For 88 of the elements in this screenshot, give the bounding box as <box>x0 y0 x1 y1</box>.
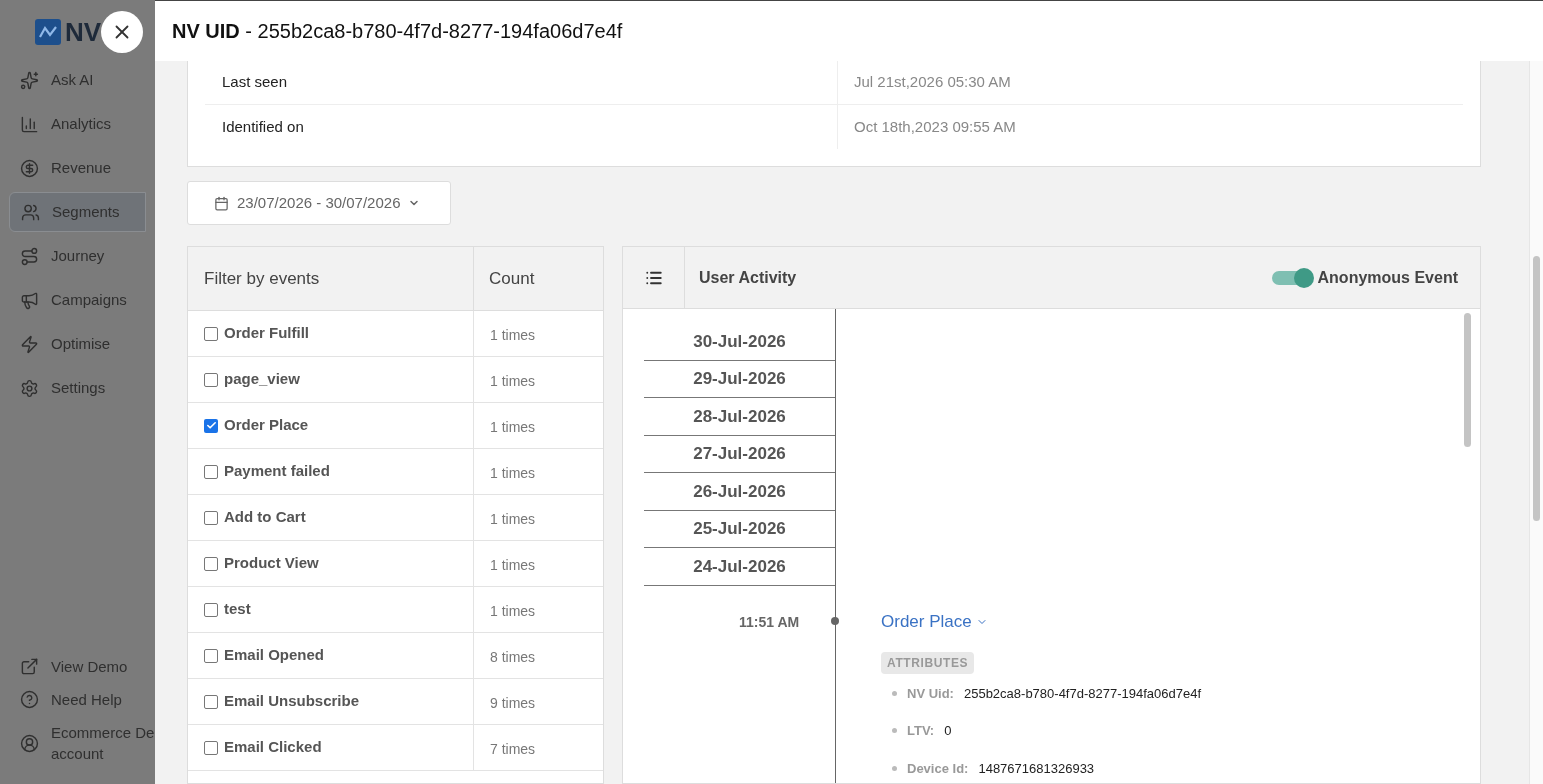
event-checkbox[interactable] <box>204 326 218 341</box>
logo-icon <box>35 19 61 45</box>
event-time: 11:51 AM <box>739 613 800 632</box>
timeline-date: 25-Jul-2026 <box>693 518 786 540</box>
scrollbar-thumb[interactable] <box>1464 313 1471 447</box>
attribute-key: LTV: <box>907 721 935 741</box>
users-icon <box>21 202 40 222</box>
event-name: page_view <box>224 369 300 390</box>
event-count: 1 times <box>490 419 536 435</box>
close-button[interactable] <box>101 11 143 53</box>
event-checkbox[interactable] <box>204 372 218 387</box>
sidebar-link[interactable]: View Demo <box>20 656 155 677</box>
sidebar-item[interactable]: Revenue <box>9 148 146 188</box>
scrollbar-thumb[interactable] <box>1533 256 1540 521</box>
event-count: 8 times <box>490 649 536 665</box>
route-icon <box>20 246 39 266</box>
detail-label: Identified on <box>222 116 304 137</box>
user-icon <box>20 733 39 753</box>
column-header: Filter by events <box>204 267 320 290</box>
detail-value: Oct 18th,2023 09:55 AM <box>854 116 1016 137</box>
sidebar-item[interactable]: Analytics <box>9 104 146 144</box>
sidebar-item[interactable]: Ask AI <box>9 60 146 100</box>
event-checkbox[interactable] <box>204 464 218 479</box>
sidebar-link[interactable]: Need Help <box>20 689 155 710</box>
sidebar-item[interactable]: Optimise <box>9 324 146 364</box>
dollar-icon <box>20 158 39 178</box>
timeline-date: 30-Jul-2026 <box>693 330 786 353</box>
toggle-label: Anonymous Event <box>1317 267 1458 288</box>
anonymous-toggle[interactable] <box>1271 267 1314 288</box>
bullet-icon <box>892 690 897 696</box>
attribute-value: 1487671681326933 <box>978 759 1095 778</box>
event-count: 1 times <box>490 373 536 389</box>
sparkle-icon <box>20 70 39 90</box>
event-count: 1 times <box>490 465 536 481</box>
event-name: Email Unsubscribe <box>224 691 360 712</box>
event-name: Order Place <box>224 415 309 436</box>
timeline-date: 28-Jul-2026 <box>693 405 786 428</box>
bullet-icon <box>892 765 897 771</box>
event-count: 1 times <box>490 327 536 343</box>
settings-icon <box>20 378 39 398</box>
detail-label: Last seen <box>222 72 288 93</box>
sidebar-item[interactable]: Segments <box>9 192 146 232</box>
drawer-title: NV UID - 255b2ca8-b780-4f7d-8277-194fa06d7e4f <box>172 19 623 44</box>
event-checkbox[interactable] <box>204 556 218 571</box>
event-name: test <box>224 599 251 620</box>
event-name: Email Clicked <box>224 737 322 758</box>
sidebar-item[interactable]: Settings <box>9 368 146 408</box>
event-checkbox[interactable] <box>204 740 218 755</box>
sidebar-item[interactable]: Campaigns <box>9 280 146 320</box>
sidebar-item[interactable]: Journey <box>9 236 146 276</box>
attribute-key: Device Id: <box>907 758 969 778</box>
event-name: Product View <box>224 553 319 574</box>
timeline-date: 29-Jul-2026 <box>693 368 786 390</box>
event-name: Add to Cart <box>224 507 306 528</box>
chart-icon <box>20 114 39 134</box>
attribute-key: NV Uid: <box>907 683 954 703</box>
column-header: Count <box>489 267 535 290</box>
timeline-date: 24-Jul-2026 <box>693 555 786 578</box>
help-icon <box>20 690 39 709</box>
bolt-icon <box>20 334 39 354</box>
bullet-icon <box>892 728 897 734</box>
attribute-value: 255b2ca8-b780-4f7d-8277-194fa06d7e4f <box>963 684 1202 703</box>
event-count: 1 times <box>490 603 536 619</box>
megaphone-icon <box>20 290 39 310</box>
event-name: Order Fulfill <box>224 323 309 344</box>
external-link-icon <box>20 657 39 676</box>
event-count: 9 times <box>490 695 536 711</box>
event-checkbox[interactable] <box>204 694 218 709</box>
event-count: 7 times <box>490 741 536 757</box>
attribute-value: 0 <box>944 722 952 740</box>
panel-title: User Activity <box>698 267 797 288</box>
event-checkbox[interactable] <box>204 418 218 433</box>
event-name: Payment failed <box>224 461 330 482</box>
detail-value: Jul 21st,2026 05:30 AM <box>854 72 1011 93</box>
event-link[interactable]: Order Place <box>881 609 988 635</box>
timeline-date: 26-Jul-2026 <box>693 480 786 503</box>
calendar-icon <box>214 195 229 211</box>
event-name: Email Opened <box>224 645 325 666</box>
event-count: 1 times <box>490 557 536 573</box>
logo-text: NV <box>65 15 102 49</box>
date-range-picker[interactable]: 23/07/2026 - 30/07/2026 <box>187 181 451 225</box>
sidebar-link[interactable]: Ecommerce De account <box>20 722 155 764</box>
event-checkbox[interactable] <box>204 648 218 663</box>
event-checkbox[interactable] <box>204 602 218 617</box>
event-count: 1 times <box>490 511 536 527</box>
timeline-date: 27-Jul-2026 <box>693 443 786 465</box>
event-checkbox[interactable] <box>204 510 218 525</box>
attributes-label: ATTRIBUTES <box>881 651 975 674</box>
